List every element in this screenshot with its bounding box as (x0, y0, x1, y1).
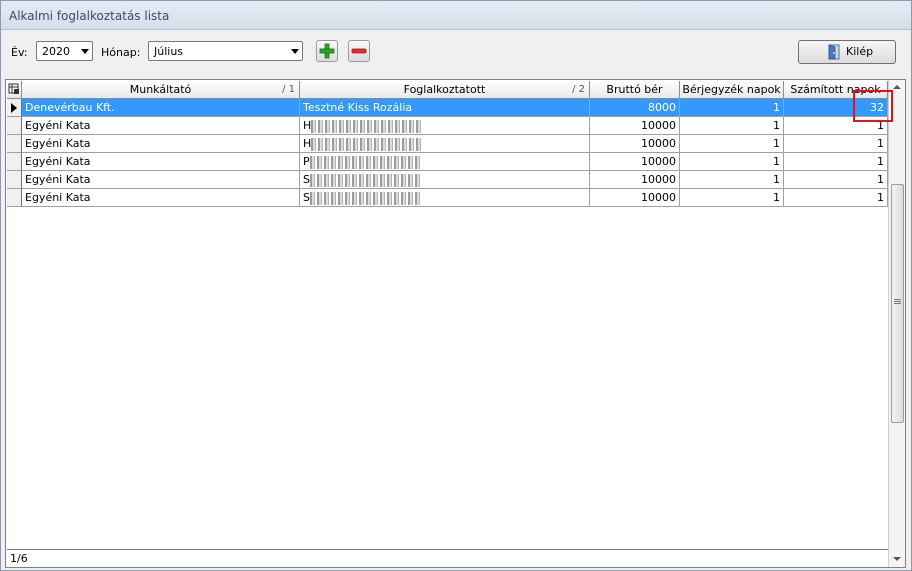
cell-employer[interactable]: Egyéni Kata (22, 171, 300, 189)
column-header-employee[interactable]: Foglalkoztatott / 2 (300, 81, 590, 99)
year-label: Év: (11, 46, 28, 59)
row-indicator[interactable] (7, 153, 22, 171)
row-indicator[interactable] (7, 135, 22, 153)
minus-icon (351, 48, 367, 54)
add-button[interactable] (316, 40, 338, 62)
exit-label: Kilép (846, 45, 874, 58)
cell-payroll-days[interactable]: 1 (680, 117, 784, 135)
row-indicator[interactable] (7, 117, 22, 135)
cell-employee[interactable]: Tesztné Kiss Rozália (300, 99, 590, 117)
table-row[interactable]: Egyéni Kata S 10000 1 1 (6, 171, 888, 189)
cell-payroll-days[interactable]: 1 (680, 135, 784, 153)
door-icon (828, 44, 840, 60)
scrollbar-thumb[interactable] (891, 184, 904, 423)
data-grid[interactable]: Munkáltató / 1 Foglalkoztatott / 2 Brutt… (5, 79, 906, 568)
cell-payroll-days[interactable]: 1 (680, 171, 784, 189)
cell-calc-days[interactable]: 1 (784, 135, 888, 153)
table-row[interactable]: Egyéni Kata H 10000 1 1 (6, 135, 888, 153)
cell-gross[interactable]: 10000 (590, 117, 680, 135)
cell-employee[interactable]: H (300, 135, 590, 153)
column-header-employer[interactable]: Munkáltató / 1 (22, 81, 300, 99)
highlight-box (853, 90, 893, 122)
cell-employee[interactable]: S (300, 171, 590, 189)
year-value: 2020 (42, 45, 70, 58)
cell-payroll-days[interactable]: 1 (680, 189, 784, 207)
chevron-down-icon (81, 49, 89, 54)
cell-employee[interactable]: S (300, 189, 590, 207)
current-row-arrow-icon (11, 103, 17, 113)
month-label: Hónap: (101, 46, 141, 59)
cell-employer[interactable]: Egyéni Kata (22, 153, 300, 171)
sort-indicator: / 1 (282, 84, 295, 95)
cell-employee[interactable]: P (300, 153, 590, 171)
exit-button[interactable]: Kilép (798, 40, 896, 64)
grid-corner[interactable] (7, 81, 22, 99)
redacted-text (311, 119, 422, 133)
cell-gross[interactable]: 10000 (590, 171, 680, 189)
row-indicator[interactable] (7, 99, 22, 117)
chevron-down-icon (291, 49, 299, 54)
row-indicator[interactable] (7, 171, 22, 189)
month-value: Július (154, 45, 184, 58)
table-row[interactable]: Egyéni Kata H 10000 1 1 (6, 117, 888, 135)
table-row[interactable]: Egyéni Kata P 10000 1 1 (6, 153, 888, 171)
cell-payroll-days[interactable]: 1 (680, 153, 784, 171)
toolbar: Év: 2020 Hónap: Július Kilép (1, 30, 911, 78)
remove-button[interactable] (348, 40, 370, 62)
year-select[interactable]: 2020 (36, 41, 93, 61)
redacted-text (309, 155, 420, 169)
redacted-text (311, 137, 422, 151)
table-row[interactable]: Denevérbau Kft. Tesztné Kiss Rozália 8000 1… (6, 99, 888, 117)
column-header-gross[interactable]: Bruttó bér (590, 81, 680, 99)
column-header-payroll-days[interactable]: Bérjegyzék napok (680, 81, 784, 99)
cell-calc-days[interactable]: 1 (784, 153, 888, 171)
cell-employer[interactable]: Denevérbau Kft. (22, 99, 300, 117)
cell-employer[interactable]: Egyéni Kata (22, 117, 300, 135)
cell-employee[interactable]: H (300, 117, 590, 135)
redacted-text (309, 191, 420, 205)
cell-gross[interactable]: 10000 (590, 153, 680, 171)
month-select[interactable]: Július (148, 41, 303, 61)
record-counter: 1/6 (7, 549, 888, 566)
cell-employer[interactable]: Egyéni Kata (22, 189, 300, 207)
plus-icon (319, 43, 335, 59)
cell-employer[interactable]: Egyéni Kata (22, 135, 300, 153)
vertical-scrollbar[interactable] (888, 80, 905, 567)
cell-gross[interactable]: 10000 (590, 135, 680, 153)
cell-calc-days[interactable]: 1 (784, 171, 888, 189)
title-bar: Alkalmi foglalkoztatás lista (1, 1, 911, 30)
column-chooser-icon (8, 83, 19, 94)
window-title: Alkalmi foglalkoztatás lista (9, 9, 170, 23)
sort-indicator: / 2 (572, 84, 585, 95)
redacted-text (309, 173, 420, 187)
row-indicator[interactable] (7, 189, 22, 207)
cell-calc-days[interactable]: 1 (784, 189, 888, 207)
cell-gross[interactable]: 10000 (590, 189, 680, 207)
cell-payroll-days[interactable]: 1 (680, 99, 784, 117)
app-window: Alkalmi foglalkoztatás lista Év: 2020 Hó… (0, 0, 912, 571)
cell-gross[interactable]: 8000 (590, 99, 680, 117)
table-row[interactable]: Egyéni Kata S 10000 1 1 (6, 189, 888, 207)
scroll-down-icon[interactable] (890, 554, 904, 564)
